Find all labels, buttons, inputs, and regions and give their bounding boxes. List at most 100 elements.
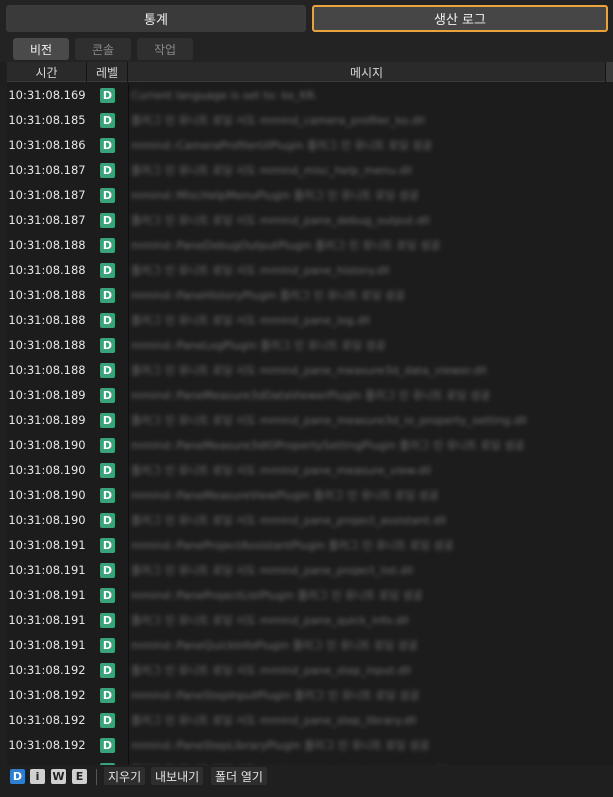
table-row[interactable]: 10:31:08.185 D 플러그 인 유니트 로딩 시도 mmind_camer… <box>7 108 613 133</box>
row-message: mmind::CameraProfilerUiPlugin 플러그 인 유니트 … <box>131 139 433 152</box>
table-row[interactable]: 10:31:08.187 D 플러그 인 유니트 로딩 시도 mmind_misc_… <box>7 158 613 183</box>
row-time: 10:31:08.186 <box>8 138 86 152</box>
row-time: 10:31:08.190 <box>8 488 86 502</box>
debug-level-badge: D <box>100 363 115 378</box>
table-row[interactable]: 10:31:08.188 D 플러그 인 유니트 로딩 시도 mmind_pane_… <box>7 258 613 283</box>
debug-level-badge: D <box>100 163 115 178</box>
row-time: 10:31:08.189 <box>8 388 86 402</box>
row-message: mmind::PaneLogPlugin 플러그 인 유니트 로딩 성공 <box>131 339 386 352</box>
row-level: D <box>87 458 128 483</box>
bottom-toolbar: D i W E 지우기 내보내기 폴더 열기 <box>0 765 613 797</box>
filter-info-button[interactable]: i <box>30 769 45 784</box>
debug-level-badge: D <box>100 138 115 153</box>
debug-level-badge: D <box>100 238 115 253</box>
filter-error-button[interactable]: E <box>72 769 87 784</box>
row-message: mmind::PaneMeasure3dIOPropertySettingPlu… <box>131 439 525 452</box>
table-row[interactable]: 10:31:08.191 Dmmind::PaneQuickInfoPlugin … <box>7 633 613 658</box>
table-row[interactable]: 10:31:08.189 D 플러그 인 유니트 로딩 시도 mmind_pane_… <box>7 408 613 433</box>
row-level: D <box>87 733 128 758</box>
row-level: D <box>87 683 128 708</box>
row-level: D <box>87 633 128 658</box>
debug-level-badge: D <box>100 338 115 353</box>
table-row[interactable]: 10:31:08.191 D 플러그 인 유니트 로딩 시도 mmind_pane_… <box>7 558 613 583</box>
row-level: D <box>87 258 128 283</box>
table-row[interactable]: 10:31:08.190 D 플러그 인 유니트 로딩 시도 mmind_pane_… <box>7 508 613 533</box>
column-header-time[interactable]: 시간 <box>7 62 87 82</box>
debug-level-badge: D <box>100 563 115 578</box>
table-row[interactable]: 10:31:08.191 Dmmind::PaneProjectAssistant… <box>7 533 613 558</box>
table-row[interactable]: 10:31:08.191 D 플러그 인 유니트 로딩 시도 mmind_pane_… <box>7 608 613 633</box>
debug-level-badge: D <box>100 463 115 478</box>
row-time: 10:31:08.192 <box>7 758 87 765</box>
column-header-message[interactable]: 메시지 <box>128 62 606 82</box>
row-time: 10:31:08.190 <box>8 438 86 452</box>
table-row[interactable]: 10:31:08.190 Dmmind::PaneMeasureViewPlugi… <box>7 483 613 508</box>
row-time: 10:31:08.191 <box>8 538 86 552</box>
table-row[interactable]: 10:31:08.188 Dmmind::PaneDebugOutputPlugi… <box>7 233 613 258</box>
export-button[interactable]: 내보내기 <box>151 767 204 785</box>
row-time: 10:31:08.191 <box>8 638 86 652</box>
table-row[interactable]: 10:31:08.187 D 플러그 인 유니트 로딩 시도 mmind_pane_… <box>7 208 613 233</box>
subtab-task[interactable]: 작업 <box>137 38 193 60</box>
table-row[interactable]: 10:31:08.169 D Current language is set to:… <box>7 83 613 108</box>
row-level: D <box>87 608 128 633</box>
row-message: 플러그 인 유니트 로딩 시도 mmind_pane_project_assis… <box>131 514 447 527</box>
debug-level-badge: D <box>100 488 115 503</box>
row-level: D <box>87 183 128 208</box>
table-row[interactable]: 10:31:08.187 Dmmind::MiscHelpMenuPlugin 플… <box>7 183 613 208</box>
row-time: 10:31:08.187 <box>8 213 86 227</box>
debug-level-badge: D <box>100 663 115 678</box>
debug-level-badge: D <box>100 88 115 103</box>
open-folder-button[interactable]: 폴더 열기 <box>211 767 267 785</box>
row-level: D <box>87 558 128 583</box>
row-time: 10:31:08.187 <box>8 188 86 202</box>
table-header: 시간 레벨 메시지 <box>7 62 613 82</box>
row-level: D <box>87 583 128 608</box>
debug-level-badge: D <box>100 513 115 528</box>
table-row[interactable]: 10:31:08.188 D 플러그 인 유니트 로딩 시도 mmind_pane_… <box>7 358 613 383</box>
table-row[interactable]: 10:31:08.188 D 플러그 인 유니트 로딩 시도 mmind_pane_… <box>7 308 613 333</box>
row-message: 플러그 인 유니트 로딩 시도 mmind_pane_measure3d_io_… <box>131 414 527 427</box>
table-row[interactable]: 10:31:08.188 Dmmind::PaneLogPlugin 플러그 인 … <box>7 333 613 358</box>
row-level: D <box>87 658 128 683</box>
table-row[interactable]: 10:31:08.191 Dmmind::PaneProjectListPlugi… <box>7 583 613 608</box>
table-row[interactable]: 10:31:08.190 D 플러그 인 유니트 로딩 시도 mmind_pane_… <box>7 458 613 483</box>
row-message: 플러그 인 유니트 로딩 시도 mmind_camera_profiler_ko… <box>131 114 425 127</box>
tab-statistics[interactable]: 통계 <box>6 5 306 32</box>
filter-warning-button[interactable]: W <box>51 769 66 784</box>
debug-level-badge: D <box>100 738 115 753</box>
debug-level-badge: D <box>100 388 115 403</box>
row-level: D <box>87 408 128 433</box>
debug-level-badge: D <box>100 588 115 603</box>
column-header-level[interactable]: 레벨 <box>87 62 128 82</box>
clear-button[interactable]: 지우기 <box>104 767 146 785</box>
table-row[interactable]: 10:31:08.192D플러그 인 유니트 로딩 시도 mmind_pane_… <box>7 658 613 683</box>
table-row[interactable]: 10:31:08.189 Dmmind::PaneMeasure3dDataVie… <box>7 383 613 408</box>
table-row[interactable]: 10:31:08.192D플러그 인 유니트 로딩 시도 mmind_pane_… <box>7 758 613 765</box>
subtab-vision[interactable]: 비전 <box>13 38 69 60</box>
table-row[interactable]: 10:31:08.186 Dmmind::CameraProfilerUiPlug… <box>7 133 613 158</box>
table-row[interactable]: 10:31:08.190 Dmmind::PaneMeasure3dIOPrope… <box>7 433 613 458</box>
row-time: 10:31:08.169 <box>8 88 86 102</box>
table-row[interactable]: 10:31:08.192 Dmmind::PaneStepLibraryPlugi… <box>7 733 613 758</box>
row-message: mmind::PaneProjectListPlugin 플러그 인 유니트 로… <box>131 589 423 602</box>
table-row[interactable]: 10:31:08.192D플러그 인 유니트 로딩 시도 mmind_pane_… <box>7 708 613 733</box>
row-message: mmind::PaneMeasure3dDataViewerPlugin 플러그… <box>131 389 491 402</box>
table-row[interactable]: 10:31:08.188 Dmmind::PaneHistoryPlugin 플러… <box>7 283 613 308</box>
tab-production-log[interactable]: 생산 로그 <box>312 5 608 32</box>
subtab-console[interactable]: 콘솔 <box>75 38 131 60</box>
row-level: D <box>87 283 128 308</box>
row-message: mmind::PaneQuickInfoPlugin 플러그 인 유니트 로딩 … <box>131 639 418 652</box>
table-row[interactable]: 10:31:08.192 Dmmind::PaneStepInputPlugin … <box>7 683 613 708</box>
row-level: D <box>87 208 128 233</box>
filter-debug-button[interactable]: D <box>10 769 25 784</box>
debug-level-badge: D <box>100 713 115 728</box>
debug-level-badge: D <box>100 613 115 628</box>
row-time: 10:31:08.188 <box>8 363 86 377</box>
table-body[interactable]: 10:31:08.169 D Current language is set to:… <box>7 83 613 765</box>
row-time: 10:31:08.188 <box>8 338 86 352</box>
row-message: 플러그 인 유니트 로딩 시도 mmind_pane_measure3d_dat… <box>131 364 487 377</box>
row-message: mmind::PaneDebugOutputPlugin 플러그 인 유니트 로… <box>131 239 441 252</box>
debug-level-badge: D <box>100 113 115 128</box>
row-message: 플러그 인 유니트 로딩 시도 mmind_pane_step_paramete… <box>129 758 606 765</box>
